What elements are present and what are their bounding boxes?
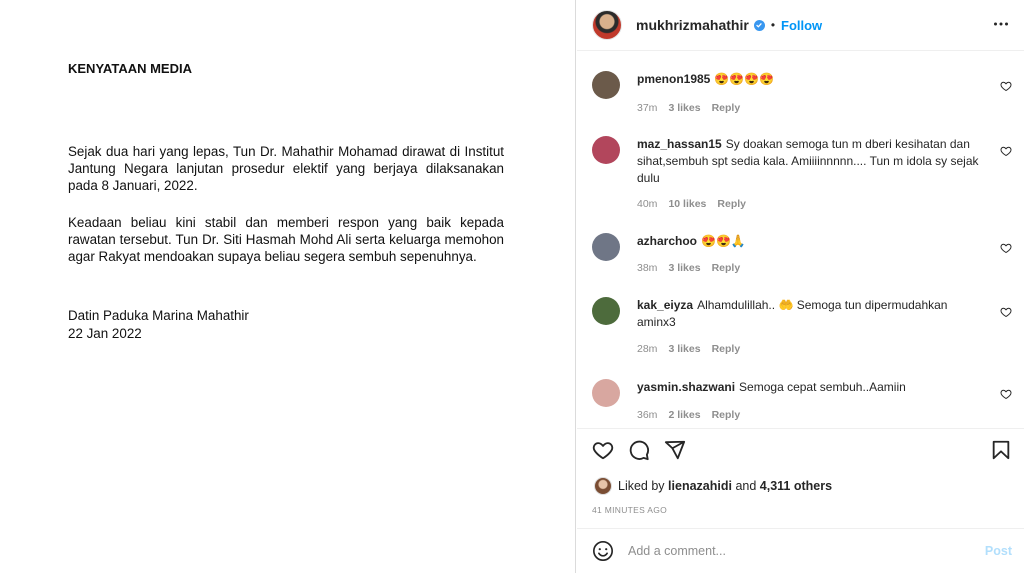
comment-item: maz_hassan15 Sy doakan semoga tun m dberi…	[592, 136, 1012, 216]
comment-likes[interactable]: 3 likes	[668, 102, 700, 114]
commenter-username[interactable]: azharchoo	[637, 234, 697, 248]
commenter-avatar[interactable]	[592, 297, 620, 325]
heart-icon[interactable]	[592, 439, 614, 461]
liker-username[interactable]: lienazahidi	[668, 479, 732, 493]
emoji-smile-icon[interactable]	[592, 540, 614, 562]
header-separator: •	[770, 18, 776, 32]
comment-like-heart-icon[interactable]	[1000, 145, 1012, 157]
comment-body: 😍😍🙏	[701, 234, 746, 248]
comment-time[interactable]: 36m	[637, 409, 657, 421]
comment-time[interactable]: 40m	[637, 198, 657, 210]
document-paragraph-2: Keadaan beliau kini stabil dan memberi r…	[68, 215, 504, 264]
comment-icon[interactable]	[628, 439, 650, 461]
comment-like-heart-icon[interactable]	[1000, 80, 1012, 92]
comment-meta: 36m 2 likes Reply	[637, 409, 751, 421]
comment-like-heart-icon[interactable]	[1000, 306, 1012, 318]
author-username[interactable]: mukhrizmahathir	[636, 17, 749, 33]
author-avatar[interactable]	[592, 10, 622, 40]
comment-time[interactable]: 37m	[637, 102, 657, 114]
post-header: mukhrizmahathir • Follow	[577, 0, 1024, 51]
comment-text: maz_hassan15 Sy doakan semoga tun m dberi…	[637, 136, 980, 187]
comment-item: yasmin.shazwani Semoga cepat sembuh..Aami…	[592, 379, 1012, 427]
comment-meta: 28m 3 likes Reply	[637, 343, 751, 355]
post-timestamp[interactable]: 41 MINUTES AGO	[592, 505, 667, 515]
commenter-username[interactable]: kak_eiyza	[637, 298, 693, 312]
reply-button[interactable]: Reply	[712, 102, 741, 114]
liker-avatar[interactable]	[594, 477, 612, 495]
comment-likes[interactable]: 3 likes	[668, 262, 700, 274]
commenter-username[interactable]: yasmin.shazwani	[637, 380, 735, 394]
follow-button[interactable]: Follow	[781, 18, 822, 33]
verified-badge-icon	[753, 19, 765, 31]
reply-button[interactable]: Reply	[717, 198, 746, 210]
comment-meta: 38m 3 likes Reply	[637, 262, 751, 274]
comment-meta: 37m 3 likes Reply	[637, 102, 751, 114]
comment-meta: 40m 10 likes Reply	[637, 198, 757, 210]
post-actions: Liked by lienazahidi and 4,311 others 41…	[577, 428, 1024, 528]
reply-button[interactable]: Reply	[712, 409, 741, 421]
document-paragraph-1: Sejak dua hari yang lepas, Tun Dr. Mahat…	[68, 144, 504, 193]
signature-date: 22 Jan 2022	[68, 325, 142, 341]
comment-like-heart-icon[interactable]	[1000, 388, 1012, 400]
reply-button[interactable]: Reply	[712, 262, 741, 274]
more-options-icon[interactable]	[993, 16, 1009, 32]
commenter-username[interactable]: pmenon1985	[637, 72, 710, 86]
post-comment-button[interactable]: Post	[985, 544, 1012, 558]
comment-item: pmenon1985 😍😍😍😍 37m 3 likes Reply	[592, 71, 1012, 121]
comment-time[interactable]: 28m	[637, 343, 657, 355]
reply-button[interactable]: Reply	[712, 343, 741, 355]
commenter-avatar[interactable]	[592, 233, 620, 261]
comment-likes[interactable]: 3 likes	[668, 343, 700, 355]
bookmark-icon[interactable]	[990, 439, 1012, 461]
comment-likes[interactable]: 2 likes	[668, 409, 700, 421]
add-comment-input[interactable]: Add a comment...	[628, 544, 1024, 558]
commenter-avatar[interactable]	[592, 71, 620, 99]
signature-name: Datin Paduka Marina Mahathir	[68, 308, 249, 323]
post-side-panel: mukhrizmahathir • Follow pmenon1985 😍😍😍😍 …	[577, 0, 1024, 573]
comment-time[interactable]: 38m	[637, 262, 657, 274]
comment-text: yasmin.shazwani Semoga cepat sembuh..Aami…	[637, 379, 980, 396]
document-signature: Datin Paduka Marina Mahathir 22 Jan 2022	[68, 307, 504, 342]
likes-others[interactable]: 4,311 others	[760, 479, 832, 493]
commenter-avatar[interactable]	[592, 379, 620, 407]
comment-item: kak_eiyza Alhamdulillah.. 🤲 Semoga tun di…	[592, 297, 1012, 361]
comment-text: kak_eiyza Alhamdulillah.. 🤲 Semoga tun di…	[637, 297, 980, 331]
likes-connector: and	[735, 479, 757, 493]
comment-body: Semoga cepat sembuh..Aamiin	[739, 380, 906, 394]
commenter-username[interactable]: maz_hassan15	[637, 137, 722, 151]
comments-list[interactable]: pmenon1985 😍😍😍😍 37m 3 likes Reply maz_hassa…	[577, 51, 1024, 428]
comment-item: azharchoo 😍😍🙏 38m 3 likes Reply	[592, 233, 1012, 283]
add-comment-bar: Add a comment... Post	[577, 528, 1024, 573]
commenter-avatar[interactable]	[592, 136, 620, 164]
document-title: KENYATAAN MEDIA	[68, 61, 192, 76]
comment-body: 😍😍😍😍	[714, 72, 775, 86]
comment-text: azharchoo 😍😍🙏	[637, 233, 980, 250]
comment-likes[interactable]: 10 likes	[668, 198, 706, 210]
likes-summary: Liked by lienazahidi and 4,311 others	[594, 477, 832, 495]
share-icon[interactable]	[664, 439, 686, 461]
press-statement-document: KENYATAAN MEDIA Sejak dua hari yang lepa…	[68, 60, 504, 342]
likes-prefix: Liked by	[618, 479, 665, 493]
comment-text: pmenon1985 😍😍😍😍	[637, 71, 980, 88]
comment-like-heart-icon[interactable]	[1000, 242, 1012, 254]
post-image[interactable]: KENYATAAN MEDIA Sejak dua hari yang lepa…	[0, 0, 576, 573]
